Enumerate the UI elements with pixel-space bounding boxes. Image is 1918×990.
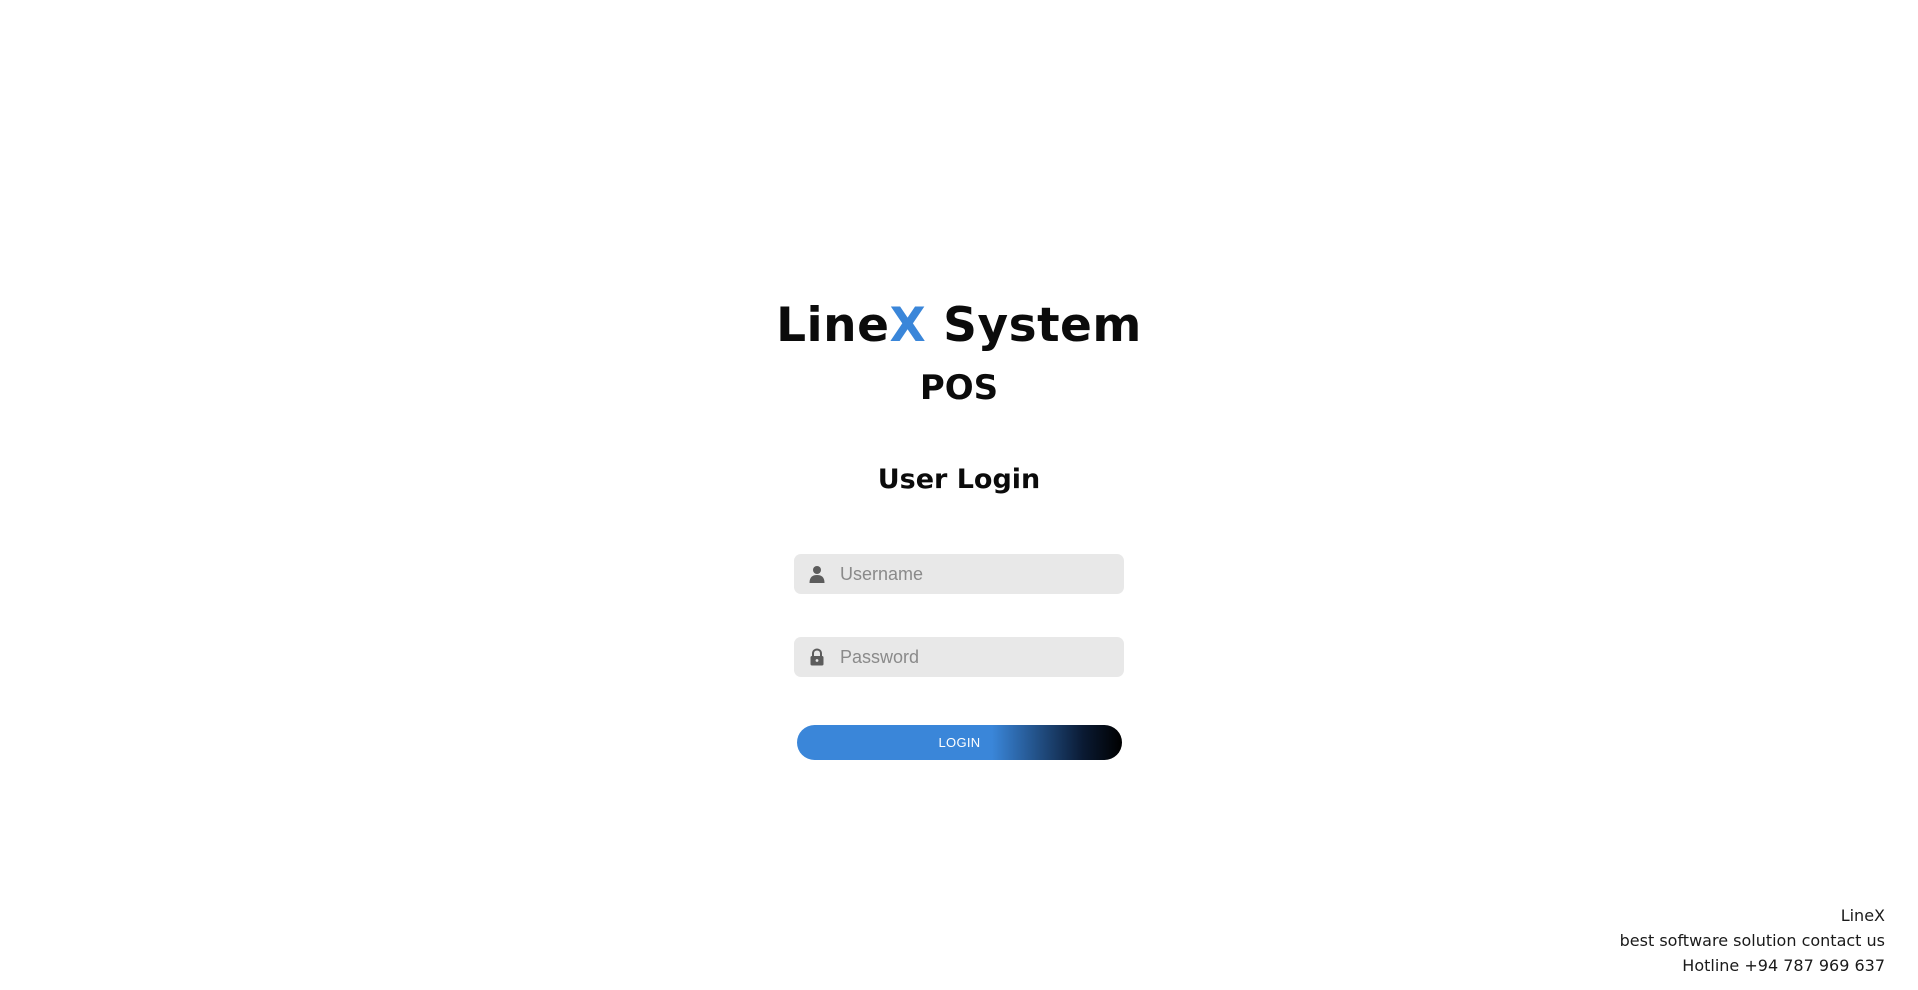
login-button[interactable]: LOGIN — [797, 725, 1122, 760]
brand-accent: X — [889, 298, 927, 353]
app-subtitle: POS — [919, 368, 999, 408]
login-page: LineX System POS User Login LOGIN LineX … — [0, 0, 1918, 990]
username-field[interactable] — [794, 554, 1124, 594]
footer-hotline: Hotline +94 787 969 637 — [1682, 956, 1885, 975]
app-brand-title: LineX System — [0, 293, 1918, 359]
footer-info: LineX best software solution contact us … — [1620, 903, 1885, 978]
brand-prefix: Line — [776, 298, 890, 353]
password-input[interactable] — [840, 637, 1110, 677]
user-icon — [808, 565, 826, 583]
brand-suffix: System — [926, 298, 1142, 353]
lock-icon — [808, 648, 826, 666]
password-field[interactable] — [794, 637, 1124, 677]
username-input[interactable] — [840, 554, 1110, 594]
footer-tagline: best software solution contact us — [1619, 931, 1885, 950]
login-heading: User Login — [877, 464, 1041, 495]
footer-company: LineX — [1840, 906, 1885, 925]
